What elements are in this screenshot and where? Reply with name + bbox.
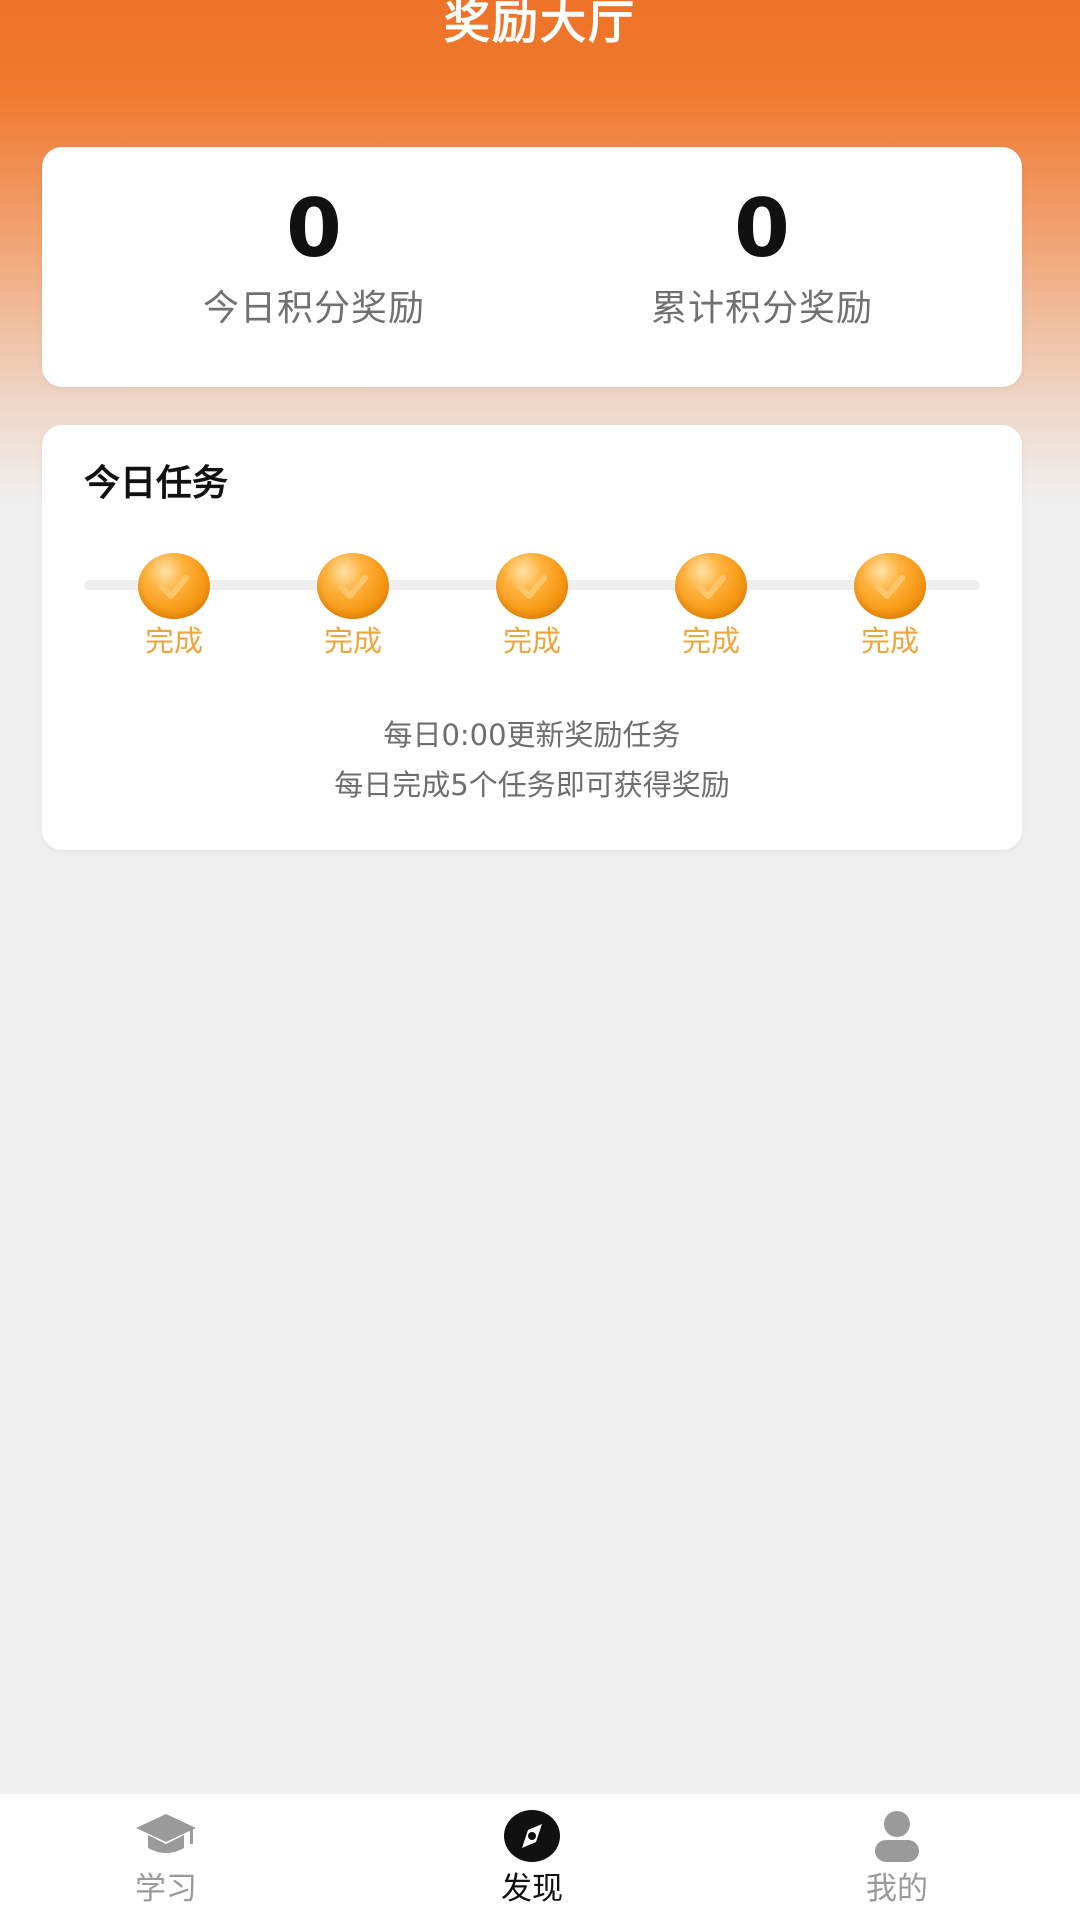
nav-item-discover[interactable]: 发现 bbox=[432, 1794, 632, 1920]
task-note-reward: 每日完成5个任务即可获得奖励 bbox=[334, 768, 730, 802]
task-status: 完成 bbox=[144, 624, 203, 658]
gold-coin-check-icon bbox=[317, 553, 389, 619]
gold-coin-check-icon bbox=[138, 553, 210, 619]
gold-coin-check-icon bbox=[675, 553, 747, 619]
total-points: 0 累计积分奖励 bbox=[552, 147, 972, 387]
graduation-cap-icon bbox=[136, 1814, 196, 1853]
task-status: 完成 bbox=[323, 624, 382, 658]
nav-item-study[interactable]: 学习 bbox=[66, 1794, 266, 1920]
task-note-refresh: 每日0:00更新奖励任务 bbox=[383, 718, 681, 752]
task-item[interactable]: 完成 bbox=[472, 553, 592, 673]
task-notes: 每日0:00更新奖励任务 每日完成5个任务即可获得奖励 bbox=[42, 710, 1022, 810]
nav-item-mine[interactable]: 我的 bbox=[797, 1794, 997, 1920]
today-points: 0 今日积分奖励 bbox=[104, 147, 524, 387]
tasks-title: 今日任务 bbox=[84, 463, 229, 504]
task-item[interactable]: 完成 bbox=[293, 553, 413, 673]
nav-label-mine: 我的 bbox=[866, 1871, 928, 1907]
compass-icon bbox=[504, 1810, 560, 1862]
page-title: 奖励大厅 bbox=[444, 0, 636, 49]
task-status: 完成 bbox=[681, 624, 740, 658]
total-points-label: 累计积分奖励 bbox=[650, 288, 873, 329]
user-icon bbox=[875, 1811, 919, 1862]
gold-coin-check-icon bbox=[496, 553, 568, 619]
task-status: 完成 bbox=[860, 624, 919, 658]
nav-label-discover: 发现 bbox=[501, 1871, 563, 1907]
total-points-value: 0 bbox=[734, 182, 790, 275]
task-item[interactable]: 完成 bbox=[114, 553, 234, 673]
today-points-value: 0 bbox=[286, 182, 342, 275]
task-item[interactable]: 完成 bbox=[651, 553, 771, 673]
daily-tasks-card: 今日任务 完成 完成 完成 完成 完成 每日0:00更新奖励任务 每日完成5个任… bbox=[42, 425, 1022, 850]
gold-coin-check-icon bbox=[854, 553, 926, 619]
task-status: 完成 bbox=[502, 624, 561, 658]
today-points-label: 今日积分奖励 bbox=[202, 288, 425, 329]
points-card: 0 今日积分奖励 0 累计积分奖励 bbox=[42, 147, 1022, 387]
bottom-nav: 学习 发现 我的 bbox=[0, 1794, 1080, 1920]
nav-label-study: 学习 bbox=[135, 1871, 197, 1907]
task-item[interactable]: 完成 bbox=[830, 553, 950, 673]
